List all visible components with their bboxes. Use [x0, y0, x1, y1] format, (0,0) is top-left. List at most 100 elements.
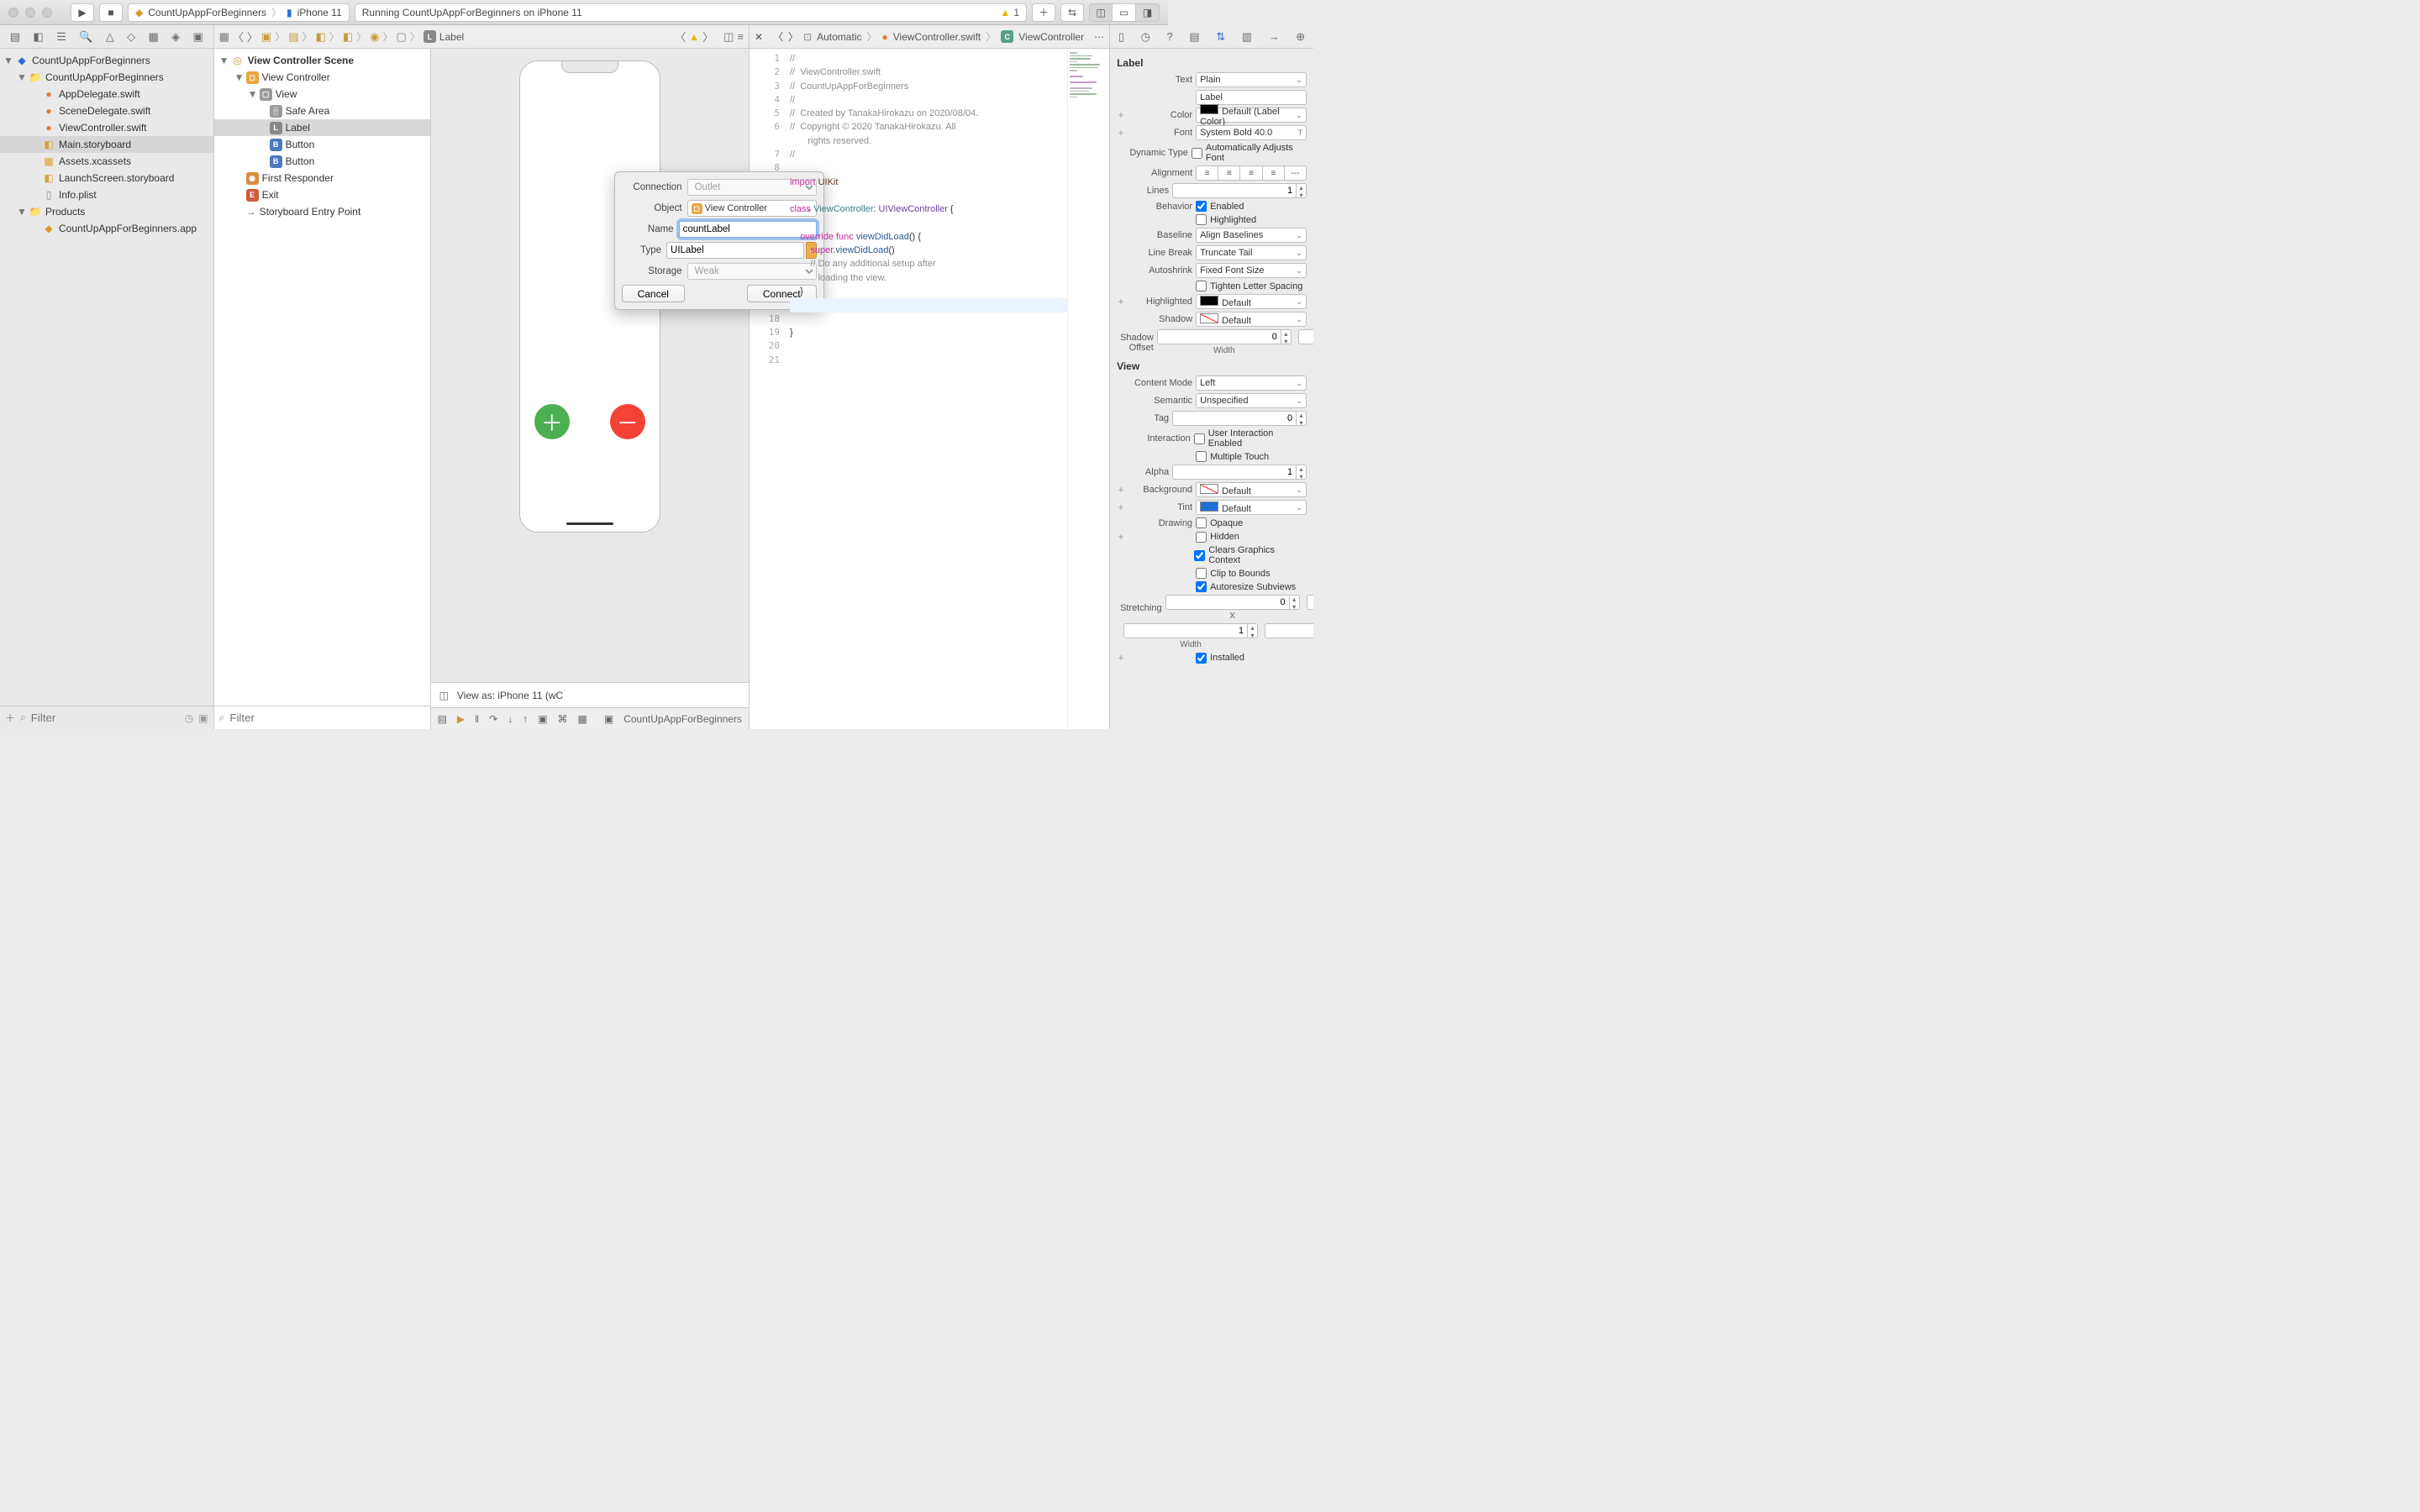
- back-icon[interactable]: 〈: [233, 29, 244, 45]
- inspector-body[interactable]: Label TextPlain⌄ Label +ColorDefault (La…: [1110, 49, 1313, 729]
- attributes-inspector-icon[interactable]: ⇅: [1216, 30, 1225, 44]
- close-icon[interactable]: [8, 8, 18, 18]
- project-navigator-icon[interactable]: ▤: [10, 30, 20, 44]
- minimize-icon[interactable]: [25, 8, 35, 18]
- project-tree[interactable]: ▼◆CountUpAppForBeginners ▼📁CountUpAppFor…: [0, 49, 213, 706]
- enabled-checkbox[interactable]: Enabled: [1196, 201, 1244, 212]
- library-button[interactable]: ＋: [1032, 3, 1055, 22]
- forward-icon[interactable]: 〉: [247, 29, 258, 45]
- issue-navigator-icon[interactable]: △: [106, 30, 114, 44]
- help-inspector-icon[interactable]: ?: [1167, 30, 1173, 43]
- issues-badge[interactable]: ▲1: [1000, 7, 1019, 18]
- tree-row[interactable]: ●AppDelegate.swift: [0, 86, 213, 102]
- file-inspector-icon[interactable]: ▯: [1118, 30, 1124, 44]
- minus-button[interactable]: －: [610, 404, 645, 439]
- split-icon[interactable]: ◫: [723, 30, 734, 44]
- debug-bar[interactable]: ▤ ▶ ‖ ↷ ↓ ↑ ▣ ⌘ ▦ ▣ CountUpAppForBeginne…: [431, 707, 749, 729]
- step-out-icon[interactable]: ↑: [523, 713, 528, 725]
- tree-row[interactable]: ▼📁CountUpAppForBeginners: [0, 69, 213, 86]
- tree-row-selected[interactable]: ◧Main.storyboard: [0, 136, 213, 153]
- tree-row-selected[interactable]: LLabel: [214, 119, 430, 136]
- tree-row[interactable]: BButton: [214, 136, 430, 153]
- tree-row[interactable]: BButton: [214, 153, 430, 170]
- code-review-button[interactable]: ⇆: [1060, 3, 1084, 22]
- connections-inspector-icon[interactable]: →: [1269, 30, 1280, 43]
- clip-checkbox[interactable]: Clip to Bounds: [1196, 568, 1270, 579]
- forward-icon[interactable]: 〉: [788, 29, 798, 44]
- stop-button[interactable]: ■: [99, 3, 123, 22]
- plus-button[interactable]: ＋: [534, 404, 570, 439]
- tree-row[interactable]: ◧LaunchScreen.storyboard: [0, 170, 213, 186]
- clock-icon[interactable]: ◷: [185, 712, 193, 724]
- stretch-x-stepper[interactable]: ▴▾: [1165, 595, 1300, 610]
- autoshrink-select[interactable]: Fixed Font Size⌄: [1196, 263, 1307, 278]
- dynamic-type-checkbox[interactable]: Automatically Adjusts Font: [1192, 143, 1307, 163]
- tree-row[interactable]: ▼▢View: [214, 86, 430, 102]
- editor-options-icon[interactable]: ⋯: [1094, 31, 1104, 43]
- report-navigator-icon[interactable]: ▣: [193, 30, 203, 44]
- alignment-segment[interactable]: ≡≡≡≡---: [1196, 165, 1307, 181]
- tree-row[interactable]: ◆CountUpAppForBeginners.app: [0, 220, 213, 237]
- scm-icon[interactable]: ▣: [198, 712, 208, 724]
- outline-filter[interactable]: ⌕: [214, 706, 430, 729]
- navigator-filter[interactable]: ＋ ⌕ ◷ ▣: [0, 706, 213, 729]
- size-inspector-icon[interactable]: ▥: [1242, 30, 1252, 44]
- view-as-label[interactable]: View as: iPhone 11 (wC: [457, 690, 563, 701]
- autoresize-checkbox[interactable]: Autoresize Subviews: [1196, 581, 1296, 592]
- toggle-debug-button[interactable]: ▭: [1113, 3, 1136, 22]
- minimap[interactable]: [1067, 49, 1109, 729]
- shadow-width-stepper[interactable]: ▴▾: [1157, 329, 1292, 344]
- stretch-h-stepper[interactable]: ▴▾: [1265, 623, 1313, 638]
- toggle-navigator-button[interactable]: ◫: [1089, 3, 1113, 22]
- tree-row[interactable]: ▒Safe Area: [214, 102, 430, 119]
- canvas-bottom-bar[interactable]: ◫ View as: iPhone 11 (wC: [431, 682, 749, 707]
- content-mode-select[interactable]: Left⌄: [1196, 375, 1307, 391]
- color-select[interactable]: Default (Label Color)⌄: [1196, 108, 1307, 123]
- stretch-y-stepper[interactable]: ▴▾: [1307, 595, 1313, 610]
- close-tab-icon[interactable]: ✕: [755, 31, 763, 43]
- editor-jumpbar[interactable]: ✕ 〈 〉 ⊡ Automatic 〉 ● ViewController.swi…: [750, 25, 1109, 49]
- continue-icon[interactable]: ▶: [457, 713, 465, 725]
- add-icon[interactable]: ＋: [5, 711, 15, 725]
- lines-stepper[interactable]: ▴▾: [1172, 183, 1307, 198]
- tree-row[interactable]: ●ViewController.swift: [0, 119, 213, 136]
- storyboard-jumpbar[interactable]: ▦ 〈 〉 ▣ 〉▤ 〉◧ 〉◧ 〉◉ 〉▢ 〉 LLabel 〈 ▲ 〉 ◫ …: [214, 25, 749, 49]
- cancel-button[interactable]: Cancel: [622, 285, 685, 302]
- symbol-navigator-icon[interactable]: ☰: [56, 30, 66, 44]
- tree-row[interactable]: ●SceneDelegate.swift: [0, 102, 213, 119]
- type-input[interactable]: [666, 242, 804, 259]
- code-area[interactable]: // // ViewController.swift // CountUpApp…: [785, 49, 1067, 729]
- run-button[interactable]: ▶: [71, 3, 94, 22]
- storyboard-canvas[interactable]: ＋ － ConnectionOutlet Object ◻ View Contr…: [431, 49, 749, 729]
- highlighted-color-select[interactable]: Default⌄: [1196, 294, 1307, 309]
- shadow-color-select[interactable]: Default⌄: [1196, 312, 1307, 327]
- text-type-select[interactable]: Plain⌄: [1196, 72, 1307, 87]
- outline-tree[interactable]: ▼◎View Controller Scene ▼◻View Controlle…: [214, 49, 430, 706]
- breakpoint-navigator-icon[interactable]: ◈: [171, 30, 180, 44]
- test-navigator-icon[interactable]: ◇: [127, 30, 135, 44]
- environment-icon[interactable]: ▦: [578, 713, 587, 725]
- shadow-height-stepper[interactable]: ▴▾: [1298, 329, 1313, 344]
- tree-row[interactable]: EExit: [214, 186, 430, 203]
- folder-icon[interactable]: ▣: [261, 30, 271, 44]
- tree-row[interactable]: ▼◆CountUpAppForBeginners: [0, 52, 213, 69]
- installed-checkbox[interactable]: Installed: [1196, 653, 1244, 664]
- tint-select[interactable]: Default⌄: [1196, 500, 1307, 515]
- stretch-w-stepper[interactable]: ▴▾: [1123, 623, 1258, 638]
- tree-row[interactable]: ▼📁Products: [0, 203, 213, 220]
- semantic-select[interactable]: Unspecified⌄: [1196, 393, 1307, 408]
- scheme-selector[interactable]: ◆ CountUpAppForBeginners 〉 ▮ iPhone 11: [128, 3, 350, 22]
- back-icon[interactable]: 〈: [773, 29, 783, 44]
- background-select[interactable]: Default⌄: [1196, 482, 1307, 497]
- warning-icon[interactable]: ▲: [689, 31, 699, 43]
- tree-row[interactable]: ◉First Responder: [214, 170, 430, 186]
- multitouch-checkbox[interactable]: Multiple Touch: [1196, 451, 1269, 462]
- debug-navigator-icon[interactable]: ▦: [148, 30, 158, 44]
- baseline-select[interactable]: Align Baselines⌄: [1196, 228, 1307, 243]
- view-debug-icon[interactable]: ▣: [538, 713, 547, 725]
- filter-input[interactable]: [31, 711, 180, 724]
- tree-row[interactable]: →Storyboard Entry Point: [214, 203, 430, 220]
- opaque-checkbox[interactable]: Opaque: [1196, 517, 1243, 528]
- step-in-icon[interactable]: ↓: [508, 713, 513, 725]
- tag-stepper[interactable]: ▴▾: [1172, 411, 1307, 426]
